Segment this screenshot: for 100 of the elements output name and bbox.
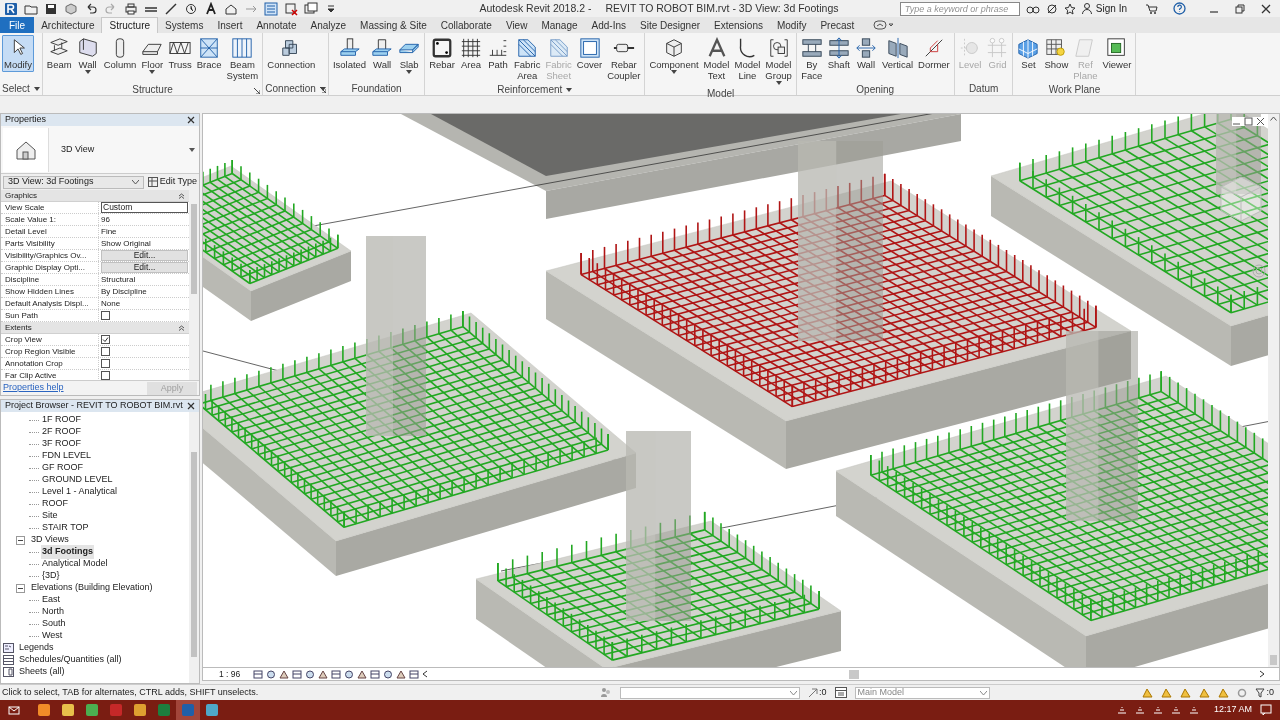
- ribbon-tool-button[interactable]: Show: [1042, 35, 1071, 72]
- tree-item[interactable]: ROOF: [41, 497, 69, 511]
- edit-type-button[interactable]: Edit Type: [147, 175, 197, 189]
- tree-item[interactable]: Schedules/Quantities (all): [18, 653, 123, 667]
- panel-menu-caret-icon[interactable]: [566, 87, 573, 92]
- properties-help-link[interactable]: Properties help: [3, 381, 64, 395]
- help-icon[interactable]: [1173, 2, 1186, 15]
- switch-windows-icon[interactable]: [304, 1, 318, 16]
- filter-icon[interactable]: [1255, 687, 1266, 698]
- ribbon-tab[interactable]: Modify: [769, 17, 814, 33]
- tree-item[interactable]: STAIR TOP: [41, 521, 90, 535]
- close-icon[interactable]: [187, 402, 195, 410]
- ribbon-tab[interactable]: Insert: [210, 17, 250, 33]
- ribbon-tool-button[interactable]: Fabric Area: [512, 35, 543, 83]
- ribbon-tool-button[interactable]: Slab: [396, 35, 423, 76]
- tree-item[interactable]: 3D Views: [30, 533, 70, 547]
- cart-icon[interactable]: [1145, 2, 1159, 15]
- align-icon[interactable]: [164, 1, 178, 16]
- scrollbar[interactable]: [189, 190, 199, 380]
- ribbon-tab[interactable]: Analyze: [303, 17, 354, 33]
- ribbon-tab[interactable]: Precast: [813, 17, 862, 33]
- ribbon-tool-button[interactable]: Floor: [139, 35, 166, 76]
- text-icon[interactable]: [204, 1, 218, 16]
- ribbon-tool-button[interactable]: Brace: [194, 35, 224, 72]
- ribbon-tool-button[interactable]: Shaft: [825, 35, 852, 72]
- design-options-icon[interactable]: [834, 687, 847, 698]
- tree-item[interactable]: Analytical Model: [41, 557, 109, 571]
- tag-icon[interactable]: [184, 1, 198, 16]
- collapse-icon[interactable]: [178, 192, 185, 199]
- restore-icon[interactable]: [1234, 2, 1246, 15]
- file-menu-tab[interactable]: File: [0, 17, 35, 33]
- dialog-launcher-icon[interactable]: [254, 88, 261, 94]
- tree-item[interactable]: East: [41, 593, 61, 607]
- checkbox[interactable]: [101, 347, 110, 356]
- app-logo-icon[interactable]: [4, 1, 18, 16]
- ribbon-tool-button[interactable]: Isolated: [330, 35, 369, 72]
- tree-item[interactable]: Level 1 - Analytical: [41, 485, 119, 499]
- close-icon[interactable]: [1260, 2, 1272, 15]
- tree-item[interactable]: FDN LEVEL: [41, 449, 93, 463]
- close-icon[interactable]: [187, 116, 195, 124]
- tree-item[interactable]: 1F ROOF: [41, 413, 82, 427]
- scrollbar-thumb[interactable]: [1270, 655, 1277, 665]
- ribbon-tab[interactable]: Site Designer: [633, 17, 708, 33]
- tree-item[interactable]: {3D}: [41, 569, 61, 583]
- ribbon-tab[interactable]: Extensions: [707, 17, 770, 33]
- checkbox[interactable]: [101, 311, 110, 320]
- scrollbar[interactable]: [1268, 114, 1279, 667]
- ribbon-tool-button[interactable]: Wall: [852, 35, 879, 72]
- sign-in-button[interactable]: Sign In: [1081, 1, 1127, 16]
- mail-icon[interactable]: [8, 704, 20, 716]
- tree-item[interactable]: Elevations (Building Elevation): [30, 581, 154, 595]
- tree-item[interactable]: Site: [41, 509, 59, 523]
- scrollbar-thumb[interactable]: [191, 452, 197, 657]
- checkbox[interactable]: [101, 371, 110, 380]
- collapse-box-icon[interactable]: [16, 583, 25, 593]
- tree-item[interactable]: GROUND LEVEL: [41, 473, 114, 487]
- ribbon-tab[interactable]: Add-Ins: [584, 17, 633, 33]
- scrollbar[interactable]: [189, 412, 199, 683]
- ribbon-tool-button[interactable]: Cover: [574, 35, 605, 72]
- print-icon[interactable]: [124, 1, 138, 16]
- collapse-icon[interactable]: [178, 324, 185, 331]
- tree-item[interactable]: Legends: [18, 641, 55, 655]
- maximize-icon[interactable]: [1244, 117, 1253, 126]
- scrollbar-thumb[interactable]: [191, 204, 197, 294]
- scroll-left-icon[interactable]: [422, 670, 428, 678]
- ribbon-tool-button[interactable]: Model Text: [701, 35, 732, 83]
- ribbon-tool-button[interactable]: By Face: [798, 35, 825, 83]
- design-option-dropdown[interactable]: Main Model: [854, 686, 990, 699]
- ribbon-tool-button[interactable]: Beam: [44, 35, 74, 72]
- ribbon-tool-button[interactable]: Set: [1015, 35, 1042, 72]
- ribbon-tab[interactable]: Structure: [101, 17, 159, 33]
- panel-menu-caret-icon[interactable]: [33, 86, 40, 91]
- ribbon-tab[interactable]: Architecture: [34, 17, 102, 33]
- tree-item[interactable]: West: [41, 629, 64, 643]
- search-field[interactable]: Type a keyword or phrase: [899, 1, 1020, 16]
- tree-item[interactable]: 3F ROOF: [41, 437, 82, 451]
- ribbon-tab[interactable]: Collaborate: [433, 17, 499, 33]
- view-selector-dropdown[interactable]: 3D View: 3d Footings: [3, 175, 144, 189]
- ribbon-tool-button[interactable]: Component: [647, 35, 701, 76]
- tree-item[interactable]: South: [41, 617, 67, 631]
- ribbon-tab[interactable]: Massing & Site: [353, 17, 434, 33]
- tree-item[interactable]: Sheets (all): [18, 665, 66, 679]
- ribbon-tool-button[interactable]: Vertical: [879, 35, 916, 72]
- scrollbar-thumb[interactable]: [849, 669, 859, 679]
- tree-item[interactable]: GF ROOF: [41, 461, 84, 475]
- tree-item[interactable]: 2F ROOF: [41, 425, 82, 439]
- cube-icon[interactable]: [64, 1, 78, 16]
- checkbox[interactable]: [101, 335, 110, 344]
- ribbon-tool-button[interactable]: Dormer: [916, 35, 952, 72]
- ribbon-tool-button[interactable]: Area: [458, 35, 485, 72]
- save-icon[interactable]: [44, 1, 58, 16]
- type-selector[interactable]: 3D View: [1, 126, 199, 174]
- ribbon-tool-button[interactable]: Column: [101, 35, 139, 72]
- tree-item[interactable]: 3d Footings: [41, 545, 94, 559]
- panel-toggle-icon[interactable]: [873, 19, 896, 31]
- ribbon-tab[interactable]: View: [498, 17, 535, 33]
- ribbon-tool-button[interactable]: Wall: [369, 35, 396, 72]
- ribbon-tool-button[interactable]: Model Group: [763, 35, 794, 87]
- tree-item[interactable]: North: [41, 605, 65, 619]
- ribbon-tool-button[interactable]: Connection: [265, 35, 318, 72]
